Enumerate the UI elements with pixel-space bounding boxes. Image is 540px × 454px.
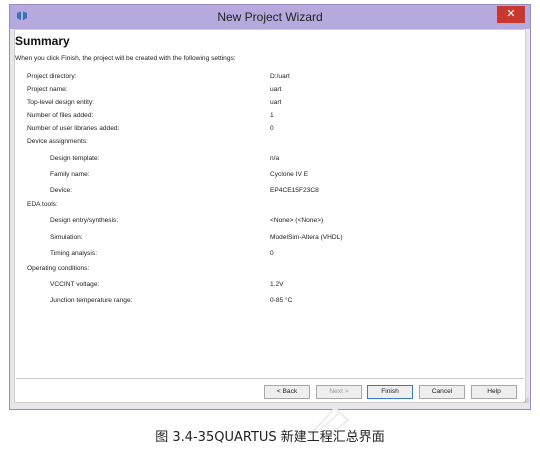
row-label: Design entry/synthesis: (50, 217, 119, 224)
row-label: Top-level design entity: (27, 99, 95, 106)
row-value: uart (270, 86, 282, 93)
wizard-window: New Project Wizard ✕ (9, 4, 531, 410)
row-value: 0-85 °C (270, 297, 293, 304)
figure-caption: 图 3.4-35QUARTUS 新建工程汇总界面 (155, 430, 385, 445)
row-label: Project name: (27, 86, 68, 93)
section-label: Device assignments: (27, 138, 88, 145)
row-label: Number of user libraries added: (27, 125, 120, 132)
button-separator (16, 378, 524, 379)
row-value: uart (270, 99, 282, 106)
back-button[interactable]: < Back (264, 385, 310, 399)
intro-text: When you click Finish, the project will … (15, 55, 236, 62)
help-button[interactable]: Help (471, 385, 517, 399)
row-label: Junction temperature range: (50, 297, 133, 304)
row-value: 0 (270, 250, 274, 257)
row-label: Number of files added: (27, 112, 94, 119)
row-value: D:/uart (270, 73, 290, 80)
finish-button[interactable]: Finish (367, 385, 413, 399)
resize-grip-icon[interactable] (523, 397, 529, 403)
row-label: Timing analysis: (50, 250, 98, 257)
row-value: 1 (270, 112, 274, 119)
row-value: 1.2V (270, 281, 284, 288)
window-title: New Project Wizard (217, 10, 323, 24)
title-bar[interactable]: New Project Wizard ✕ (10, 5, 530, 29)
row-value: 0 (270, 125, 274, 132)
row-value: Cyclone IV E (270, 171, 309, 178)
section-label: Operating conditions: (27, 265, 90, 272)
row-value: ModelSim-Altera (VHDL) (270, 234, 343, 241)
row-label: Family name: (50, 171, 90, 178)
row-label: Simulation: (50, 234, 83, 241)
row-label: Device: (50, 187, 72, 194)
next-button[interactable]: Next > (316, 385, 362, 399)
row-value: n/a (270, 155, 280, 162)
row-label: VCCINT voltage: (50, 281, 100, 288)
row-label: Project directory: (27, 73, 77, 80)
row-label: Design template: (50, 155, 100, 162)
cancel-button[interactable]: Cancel (419, 385, 465, 399)
row-value: <None> (<None>) (270, 217, 324, 224)
close-button[interactable]: ✕ (497, 6, 525, 23)
row-value: EP4CE15F23C8 (270, 187, 319, 194)
page-heading: Summary (15, 34, 70, 48)
section-label: EDA tools: (27, 201, 58, 208)
